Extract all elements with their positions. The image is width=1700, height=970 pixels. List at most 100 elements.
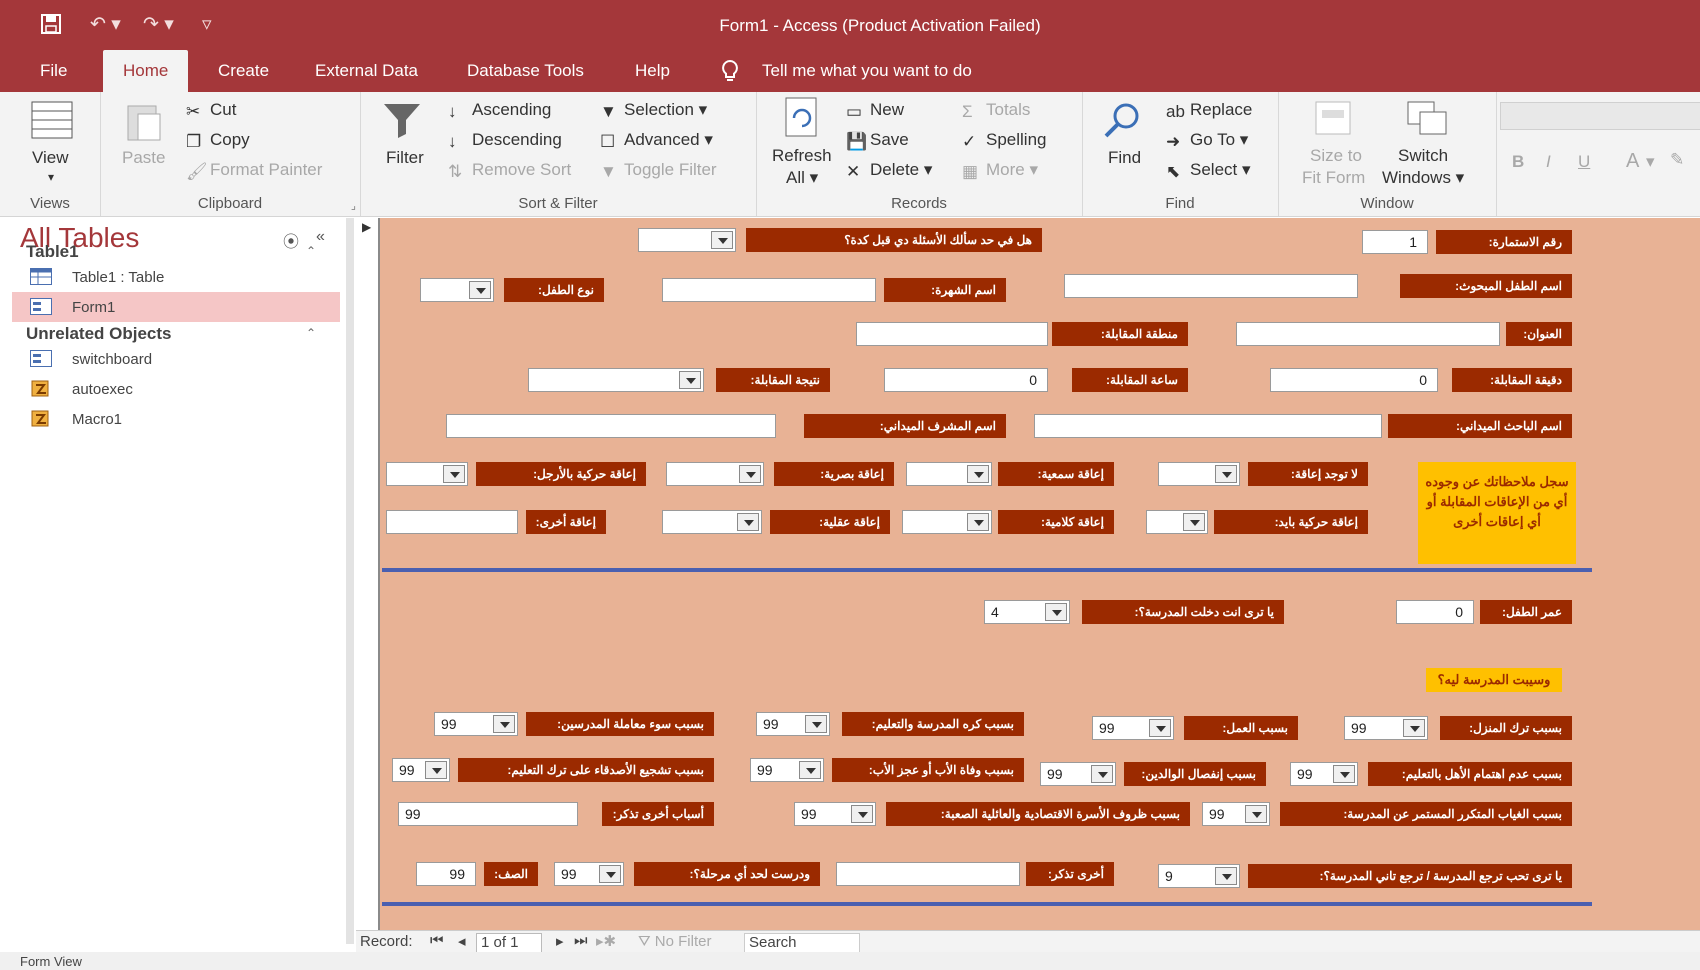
dropdown-arrow-icon[interactable] <box>737 513 759 531</box>
selection-button[interactable]: ▼ Selection ▾ <box>600 100 707 121</box>
goto-button[interactable]: ➜ Go To ▾ <box>1166 130 1248 151</box>
form-number-field[interactable]: 1 <box>1362 230 1428 254</box>
dropdown-arrow-icon[interactable] <box>599 865 621 883</box>
result-combo[interactable] <box>528 368 704 392</box>
motor-hands-combo[interactable] <box>1146 510 1208 534</box>
descending-button[interactable]: ↓ Descending <box>448 130 562 151</box>
ever-school-combo[interactable]: 4 <box>984 600 1070 624</box>
no-disability-combo[interactable] <box>1158 462 1240 486</box>
other-reasons-field[interactable]: 99 <box>398 802 578 826</box>
motor-legs-combo[interactable] <box>386 462 468 486</box>
mental-combo[interactable] <box>662 510 762 534</box>
hearing-combo[interactable] <box>906 462 992 486</box>
no-filter-indicator[interactable]: ⛛ No Filter <box>638 933 711 950</box>
address-field[interactable] <box>1236 322 1500 346</box>
next-record-icon[interactable]: ▸ <box>556 932 564 950</box>
dropdown-arrow-icon[interactable] <box>799 761 821 779</box>
current-record-box[interactable]: 1 of 1 <box>476 933 542 953</box>
reason-death-combo[interactable]: 99 <box>750 758 824 782</box>
last-record-icon[interactable]: ⏭ <box>574 932 588 949</box>
dropdown-arrow-icon[interactable] <box>1045 603 1067 621</box>
other-disability-field[interactable] <box>386 510 518 534</box>
visual-combo[interactable] <box>666 462 764 486</box>
dropdown-arrow-icon[interactable] <box>967 513 989 531</box>
fame-name-field[interactable] <box>662 278 876 302</box>
font-name-box[interactable] <box>1500 102 1700 130</box>
reason-absence-combo[interactable]: 99 <box>1202 802 1270 826</box>
reason-economic-combo[interactable]: 99 <box>794 802 876 826</box>
totals-button[interactable]: Σ Totals <box>962 100 1030 121</box>
child-name-field[interactable] <box>1064 274 1358 298</box>
dropdown-arrow-icon[interactable] <box>443 465 465 483</box>
view-dropdown-arrow[interactable]: ▾ <box>48 170 54 184</box>
dropdown-arrow-icon[interactable] <box>805 715 827 733</box>
nav-group-unrelated[interactable]: Unrelated Objects <box>26 324 172 344</box>
record-selector[interactable]: ▶ <box>356 218 380 930</box>
reason-hate-combo[interactable]: 99 <box>756 712 830 736</box>
minute-field[interactable]: 0 <box>1270 368 1438 392</box>
dropdown-arrow-icon[interactable] <box>1215 867 1237 885</box>
tell-me-search[interactable]: Tell me what you want to do <box>762 50 972 92</box>
new-record-button[interactable]: ▭ New <box>846 100 904 121</box>
windows-label[interactable]: Windows ▾ <box>1382 168 1464 188</box>
refresh-all-label[interactable]: All ▾ <box>786 168 818 188</box>
age-field[interactable]: 0 <box>1396 600 1474 624</box>
hour-field[interactable]: 0 <box>884 368 1048 392</box>
font-color-button[interactable]: A <box>1626 150 1639 173</box>
grade-field[interactable]: 99 <box>416 862 476 886</box>
dropdown-arrow-icon[interactable] <box>469 281 491 299</box>
ascending-button[interactable]: ↓ Ascending <box>448 100 551 121</box>
search-box[interactable]: Search <box>744 933 860 953</box>
dropdown-arrow-icon[interactable] <box>1333 765 1355 783</box>
tab-file[interactable]: File <box>20 50 87 92</box>
nav-item-autoexec[interactable]: autoexec <box>12 374 340 404</box>
underline-button[interactable]: U <box>1578 152 1590 172</box>
fit-form-label[interactable]: Fit Form <box>1302 168 1365 188</box>
previous-record-icon[interactable]: ◂ <box>458 932 466 950</box>
supervisor-field[interactable] <box>446 414 776 438</box>
dropdown-arrow-icon[interactable] <box>1403 719 1425 737</box>
filter-button[interactable]: Filter <box>386 148 424 168</box>
dropdown-arrow-icon[interactable] <box>1183 513 1205 531</box>
tab-create[interactable]: Create <box>198 50 289 92</box>
paste-button[interactable]: Paste <box>122 148 165 168</box>
reason-teachers-combo[interactable]: 99 <box>434 712 518 736</box>
tab-help[interactable]: Help <box>615 50 690 92</box>
dropdown-arrow-icon[interactable] <box>739 465 761 483</box>
reason-home-combo[interactable]: 99 <box>1344 716 1428 740</box>
other-mention-field[interactable] <box>836 862 1020 886</box>
new-blank-record-icon[interactable]: ▸✱ <box>596 932 616 950</box>
collapse-group-icon[interactable]: ⌃ <box>306 244 316 258</box>
nav-item-switchboard[interactable]: switchboard <box>12 344 340 374</box>
advanced-button[interactable]: ☐ Advanced ▾ <box>600 130 713 151</box>
dropdown-arrow-icon[interactable] <box>967 465 989 483</box>
dropdown-arrow-icon[interactable] <box>679 371 701 389</box>
copy-button[interactable]: ❐ Copy <box>186 130 250 151</box>
dropdown-arrow-icon[interactable] <box>425 761 447 779</box>
save-record-button[interactable]: 💾 Save <box>846 130 909 151</box>
dropdown-arrow-icon[interactable] <box>711 231 733 249</box>
delete-record-button[interactable]: ✕ Delete ▾ <box>846 160 932 181</box>
nav-item-table1[interactable]: Table1 : Table <box>12 262 340 292</box>
remove-sort-button[interactable]: ⇅ Remove Sort <box>448 160 571 181</box>
refresh-all-button[interactable]: Refresh <box>772 146 832 166</box>
tab-external-data[interactable]: External Data <box>295 50 438 92</box>
format-painter-button[interactable]: 🖌 Format Painter <box>186 160 322 181</box>
researcher-field[interactable] <box>1034 414 1382 438</box>
dialog-launcher-icon[interactable]: ⌟ <box>351 199 356 212</box>
switch-windows-button[interactable]: Switch <box>1398 146 1448 166</box>
collapse-group-icon[interactable]: ⌃ <box>306 326 316 340</box>
more-button[interactable]: ▦ More ▾ <box>962 160 1038 181</box>
interview-area-field[interactable] <box>856 322 1048 346</box>
find-button[interactable]: Find <box>1108 148 1141 168</box>
size-to-label[interactable]: Size to <box>1310 146 1362 166</box>
nav-group-table1[interactable]: Table1 <box>26 242 79 262</box>
reason-separation-combo[interactable]: 99 <box>1040 762 1116 786</box>
spelling-button[interactable]: ✓ Spelling <box>962 130 1047 151</box>
nav-item-form1[interactable]: Form1 <box>12 292 340 322</box>
dropdown-arrow-icon[interactable] <box>1091 765 1113 783</box>
nav-item-macro1[interactable]: Macro1 <box>12 404 340 434</box>
reason-friends-combo[interactable]: 99 <box>392 758 450 782</box>
first-record-icon[interactable]: ⏮ <box>430 932 444 949</box>
dropdown-arrow-icon[interactable] <box>851 805 873 823</box>
